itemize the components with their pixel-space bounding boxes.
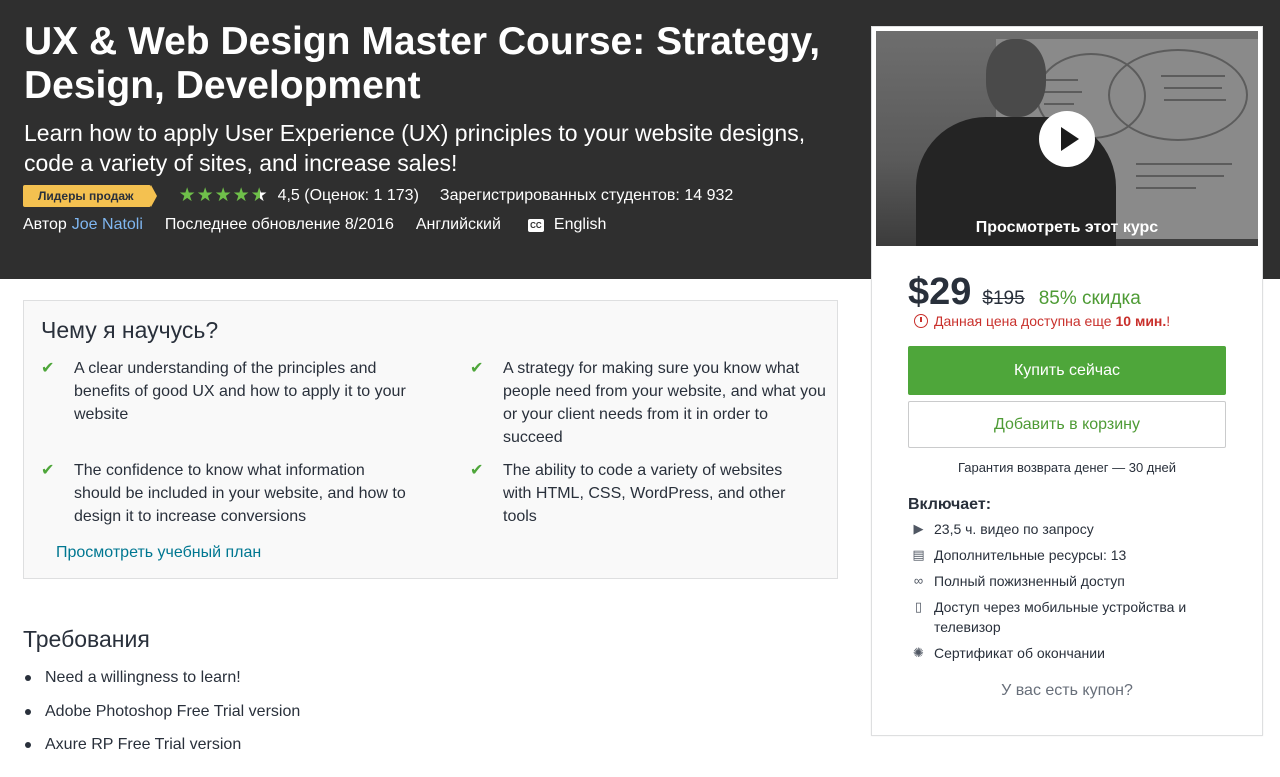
requirement-text: Axure RP Free Trial version (45, 736, 242, 753)
rating-summary[interactable]: 4,5 (Оценок: 1 173) (278, 187, 419, 205)
include-text: Полный пожизненный доступ (934, 573, 1125, 589)
original-price: $195 (982, 288, 1025, 309)
captions-language: English (553, 216, 607, 233)
include-text: Доступ через мобильные устройства и теле… (934, 599, 1187, 635)
list-item: ▯ Доступ через мобильные устройства и те… (910, 597, 1230, 637)
stopwatch-icon (914, 314, 928, 328)
certificate-icon: ✺ (913, 645, 924, 660)
bullet-icon (25, 708, 31, 715)
purchase-sidebar: Просмотреть этот курс $29 $195 85% скидк… (871, 26, 1263, 736)
infinity-icon: ∞ (913, 573, 924, 588)
price-row: $29 $195 85% скидка (908, 271, 1141, 314)
includes-list: ▶ 23,5 ч. видео по запросу ▤ Дополнитель… (910, 519, 1230, 669)
bullet-icon (25, 742, 31, 748)
closed-captions-icon: CC (527, 218, 544, 232)
last-updated: Последнее обновление 8/2016 (164, 216, 394, 233)
timer-remaining: 10 мин. (1115, 313, 1167, 329)
author-link[interactable]: Joe Natoli (72, 216, 143, 234)
list-item: ∞ Полный пожизненный доступ (910, 571, 1230, 591)
course-stats-row: Лидеры продаж ★ ★ ★ ★ ★ 4,5 (Оценок: 1 1… (23, 184, 733, 208)
list-item: ✺ Сертификат об окончании (910, 643, 1230, 663)
learn-item-text: The confidence to know what information … (74, 462, 406, 525)
bullet-icon (25, 675, 31, 681)
coupon-link[interactable]: У вас есть купон? (872, 682, 1262, 700)
author-prefix: Автор (23, 216, 67, 233)
document-icon: ▤ (912, 547, 925, 562)
includes-title: Включает: (908, 496, 992, 513)
buy-now-button[interactable]: Купить сейчас (908, 346, 1226, 395)
star-icon: ★ (196, 185, 214, 206)
play-icon[interactable] (1039, 111, 1095, 167)
what-you-learn-box: Чему я научусь? ✔ A clear understanding … (23, 300, 838, 579)
learn-item: ✔ A strategy for making sure you know wh… (470, 357, 830, 449)
add-to-cart-button[interactable]: Добавить в корзину (908, 401, 1226, 448)
list-item: Need a willingness to learn! (25, 666, 300, 690)
rating-stars[interactable]: ★ ★ ★ ★ ★ (179, 186, 269, 206)
requirements-list: Need a willingness to learn! Adobe Photo… (25, 666, 300, 767)
view-curriculum-link[interactable]: Просмотреть учебный план (56, 544, 261, 562)
star-icon: ★ (232, 185, 250, 206)
enrolled-students: Зарегистрированных студентов: 14 932 (439, 187, 734, 204)
include-text: 23,5 ч. видео по запросу (934, 521, 1094, 537)
learn-item-text: The ability to code a variety of website… (503, 462, 786, 525)
requirements-title: Требования (23, 626, 150, 652)
learn-item-text: A strategy for making sure you know what… (503, 360, 826, 446)
money-back-guarantee: Гарантия возврата денег — 30 дней (957, 460, 1177, 475)
timer-text: Данная цена доступна еще (934, 313, 1112, 329)
timer-suffix: ! (1166, 313, 1171, 329)
star-icon: ★ (214, 185, 232, 206)
course-info-row: Автор Joe Natoli Последнее обновление 8/… (23, 213, 606, 237)
list-item: Adobe Photoshop Free Trial version (25, 700, 300, 724)
price-timer: Данная цена доступна еще 10 мин. ! (914, 313, 1170, 329)
bestseller-badge: Лидеры продаж (23, 185, 157, 207)
discount-percent: 85% скидка (1038, 288, 1141, 309)
list-item: ▶ 23,5 ч. видео по запросу (910, 519, 1230, 539)
requirement-text: Need a willingness to learn! (45, 669, 241, 686)
preview-course-label[interactable]: Просмотреть этот курс (876, 219, 1258, 237)
include-text: Сертификат об окончании (934, 645, 1105, 661)
learn-item: ✔ The ability to code a variety of websi… (470, 459, 815, 528)
star-icon: ★ (178, 185, 196, 206)
check-icon: ✔ (41, 360, 55, 377)
half-star-icon: ★ (250, 185, 268, 206)
list-item: ▤ Дополнительные ресурсы: 13 (910, 545, 1230, 565)
check-icon: ✔ (470, 360, 484, 377)
current-price: $29 (908, 271, 972, 313)
requirement-text: Adobe Photoshop Free Trial version (45, 702, 301, 720)
learn-item-text: A clear understanding of the principles … (74, 360, 406, 423)
learn-item: ✔ A clear understanding of the principle… (41, 357, 411, 426)
check-icon: ✔ (470, 462, 484, 479)
list-item: Axure RP Free Trial version (25, 733, 300, 757)
course-subtitle: Learn how to apply User Experience (UX) … (24, 120, 806, 176)
include-text: Дополнительные ресурсы: 13 (934, 547, 1127, 563)
mobile-icon: ▯ (914, 599, 923, 614)
video-icon: ▶ (913, 521, 924, 536)
learn-item: ✔ The confidence to know what informatio… (41, 459, 411, 528)
learn-title: Чему я научусь? (41, 317, 219, 343)
course-language: Английский (415, 216, 501, 233)
course-title: UX & Web Design Master Course: Strategy,… (24, 20, 821, 107)
course-preview-video[interactable]: Просмотреть этот курс (876, 31, 1258, 246)
check-icon: ✔ (41, 462, 55, 479)
instructor-head (986, 39, 1046, 117)
